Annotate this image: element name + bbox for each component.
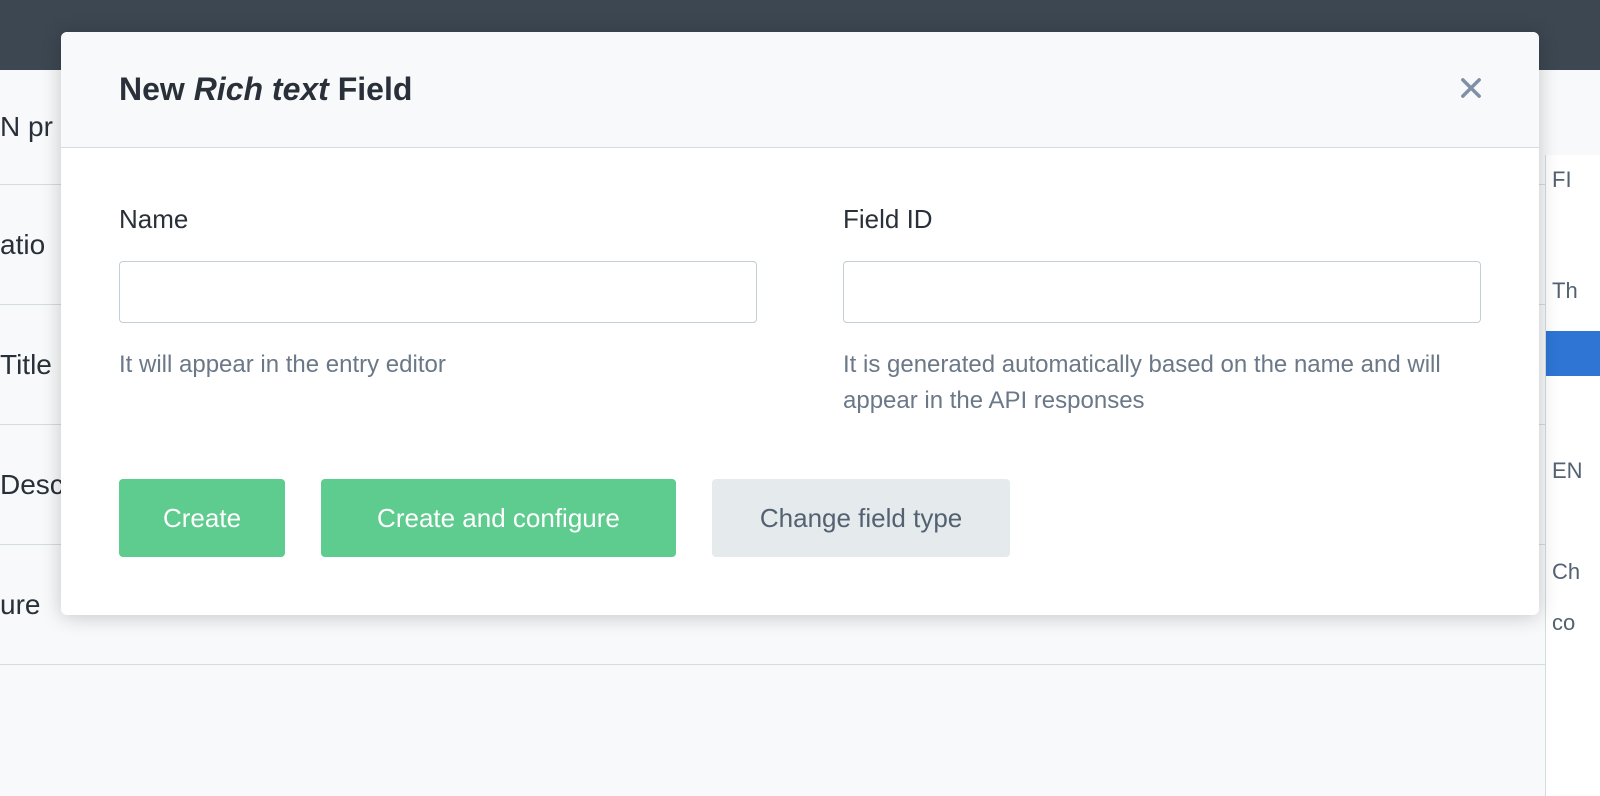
name-label: Name (119, 204, 757, 235)
title-prefix: New (119, 71, 194, 107)
field-id-help-text: It is generated automatically based on t… (843, 347, 1481, 419)
create-button[interactable]: Create (119, 479, 285, 557)
create-and-configure-button[interactable]: Create and configure (321, 479, 676, 557)
name-input[interactable] (119, 261, 757, 323)
close-button[interactable] (1451, 68, 1491, 111)
field-id-group: Field ID It is generated automatically b… (843, 204, 1481, 419)
title-suffix: Field (329, 71, 413, 107)
close-icon (1457, 74, 1485, 105)
modal-title: New Rich text Field (119, 71, 412, 108)
modal-overlay: New Rich text Field Name It will appear … (0, 0, 1600, 796)
field-id-label: Field ID (843, 204, 1481, 235)
modal-footer: Create Create and configure Change field… (61, 479, 1539, 615)
title-field-type: Rich text (194, 71, 329, 107)
name-field-group: Name It will appear in the entry editor (119, 204, 757, 419)
modal-body: Name It will appear in the entry editor … (61, 148, 1539, 479)
field-id-input[interactable] (843, 261, 1481, 323)
name-help-text: It will appear in the entry editor (119, 347, 757, 383)
new-field-modal: New Rich text Field Name It will appear … (61, 32, 1539, 615)
modal-header: New Rich text Field (61, 32, 1539, 148)
change-field-type-button[interactable]: Change field type (712, 479, 1010, 557)
